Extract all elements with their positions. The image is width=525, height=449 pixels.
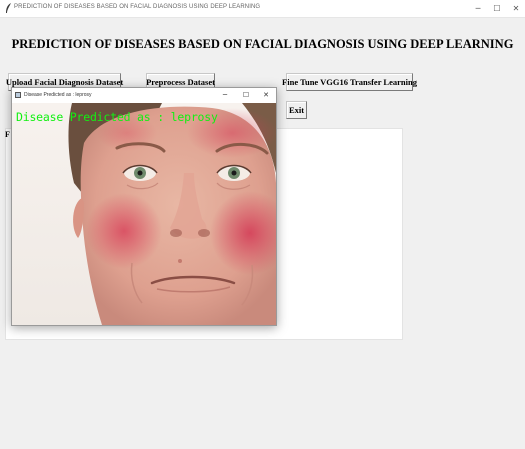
- window-title: PREDICTION OF DISEASES BASED ON FACIAL D…: [14, 4, 261, 10]
- exit-button[interactable]: Exit: [286, 101, 307, 119]
- prediction-window-titlebar: Disease Predicted as : leprosy ─ ☐ ✕: [12, 88, 276, 104]
- popup-close-button[interactable]: ✕: [256, 88, 276, 103]
- prediction-window-title: Disease Predicted as : leprosy: [24, 92, 92, 98]
- close-button[interactable]: ✕: [503, 0, 525, 17]
- prediction-window: Disease Predicted as : leprosy ─ ☐ ✕ Dis…: [11, 87, 277, 326]
- page-title: PREDICTION OF DISEASES BASED ON FACIAL D…: [11, 37, 514, 51]
- face-image: Disease Predicted as : leprosy: [12, 103, 276, 325]
- window-titlebar: PREDICTION OF DISEASES BASED ON FACIAL D…: [0, 0, 525, 18]
- fine-tune-vgg16-button[interactable]: Fine Tune VGG16 Transfer Learning: [282, 73, 417, 91]
- popup-minimize-button[interactable]: ─: [215, 88, 235, 103]
- output-text: F: [5, 130, 10, 139]
- prediction-overlay-text: Disease Predicted as : leprosy: [16, 110, 218, 124]
- feather-icon: [6, 3, 11, 13]
- app-icon: [15, 92, 21, 98]
- popup-maximize-button[interactable]: ☐: [236, 88, 256, 103]
